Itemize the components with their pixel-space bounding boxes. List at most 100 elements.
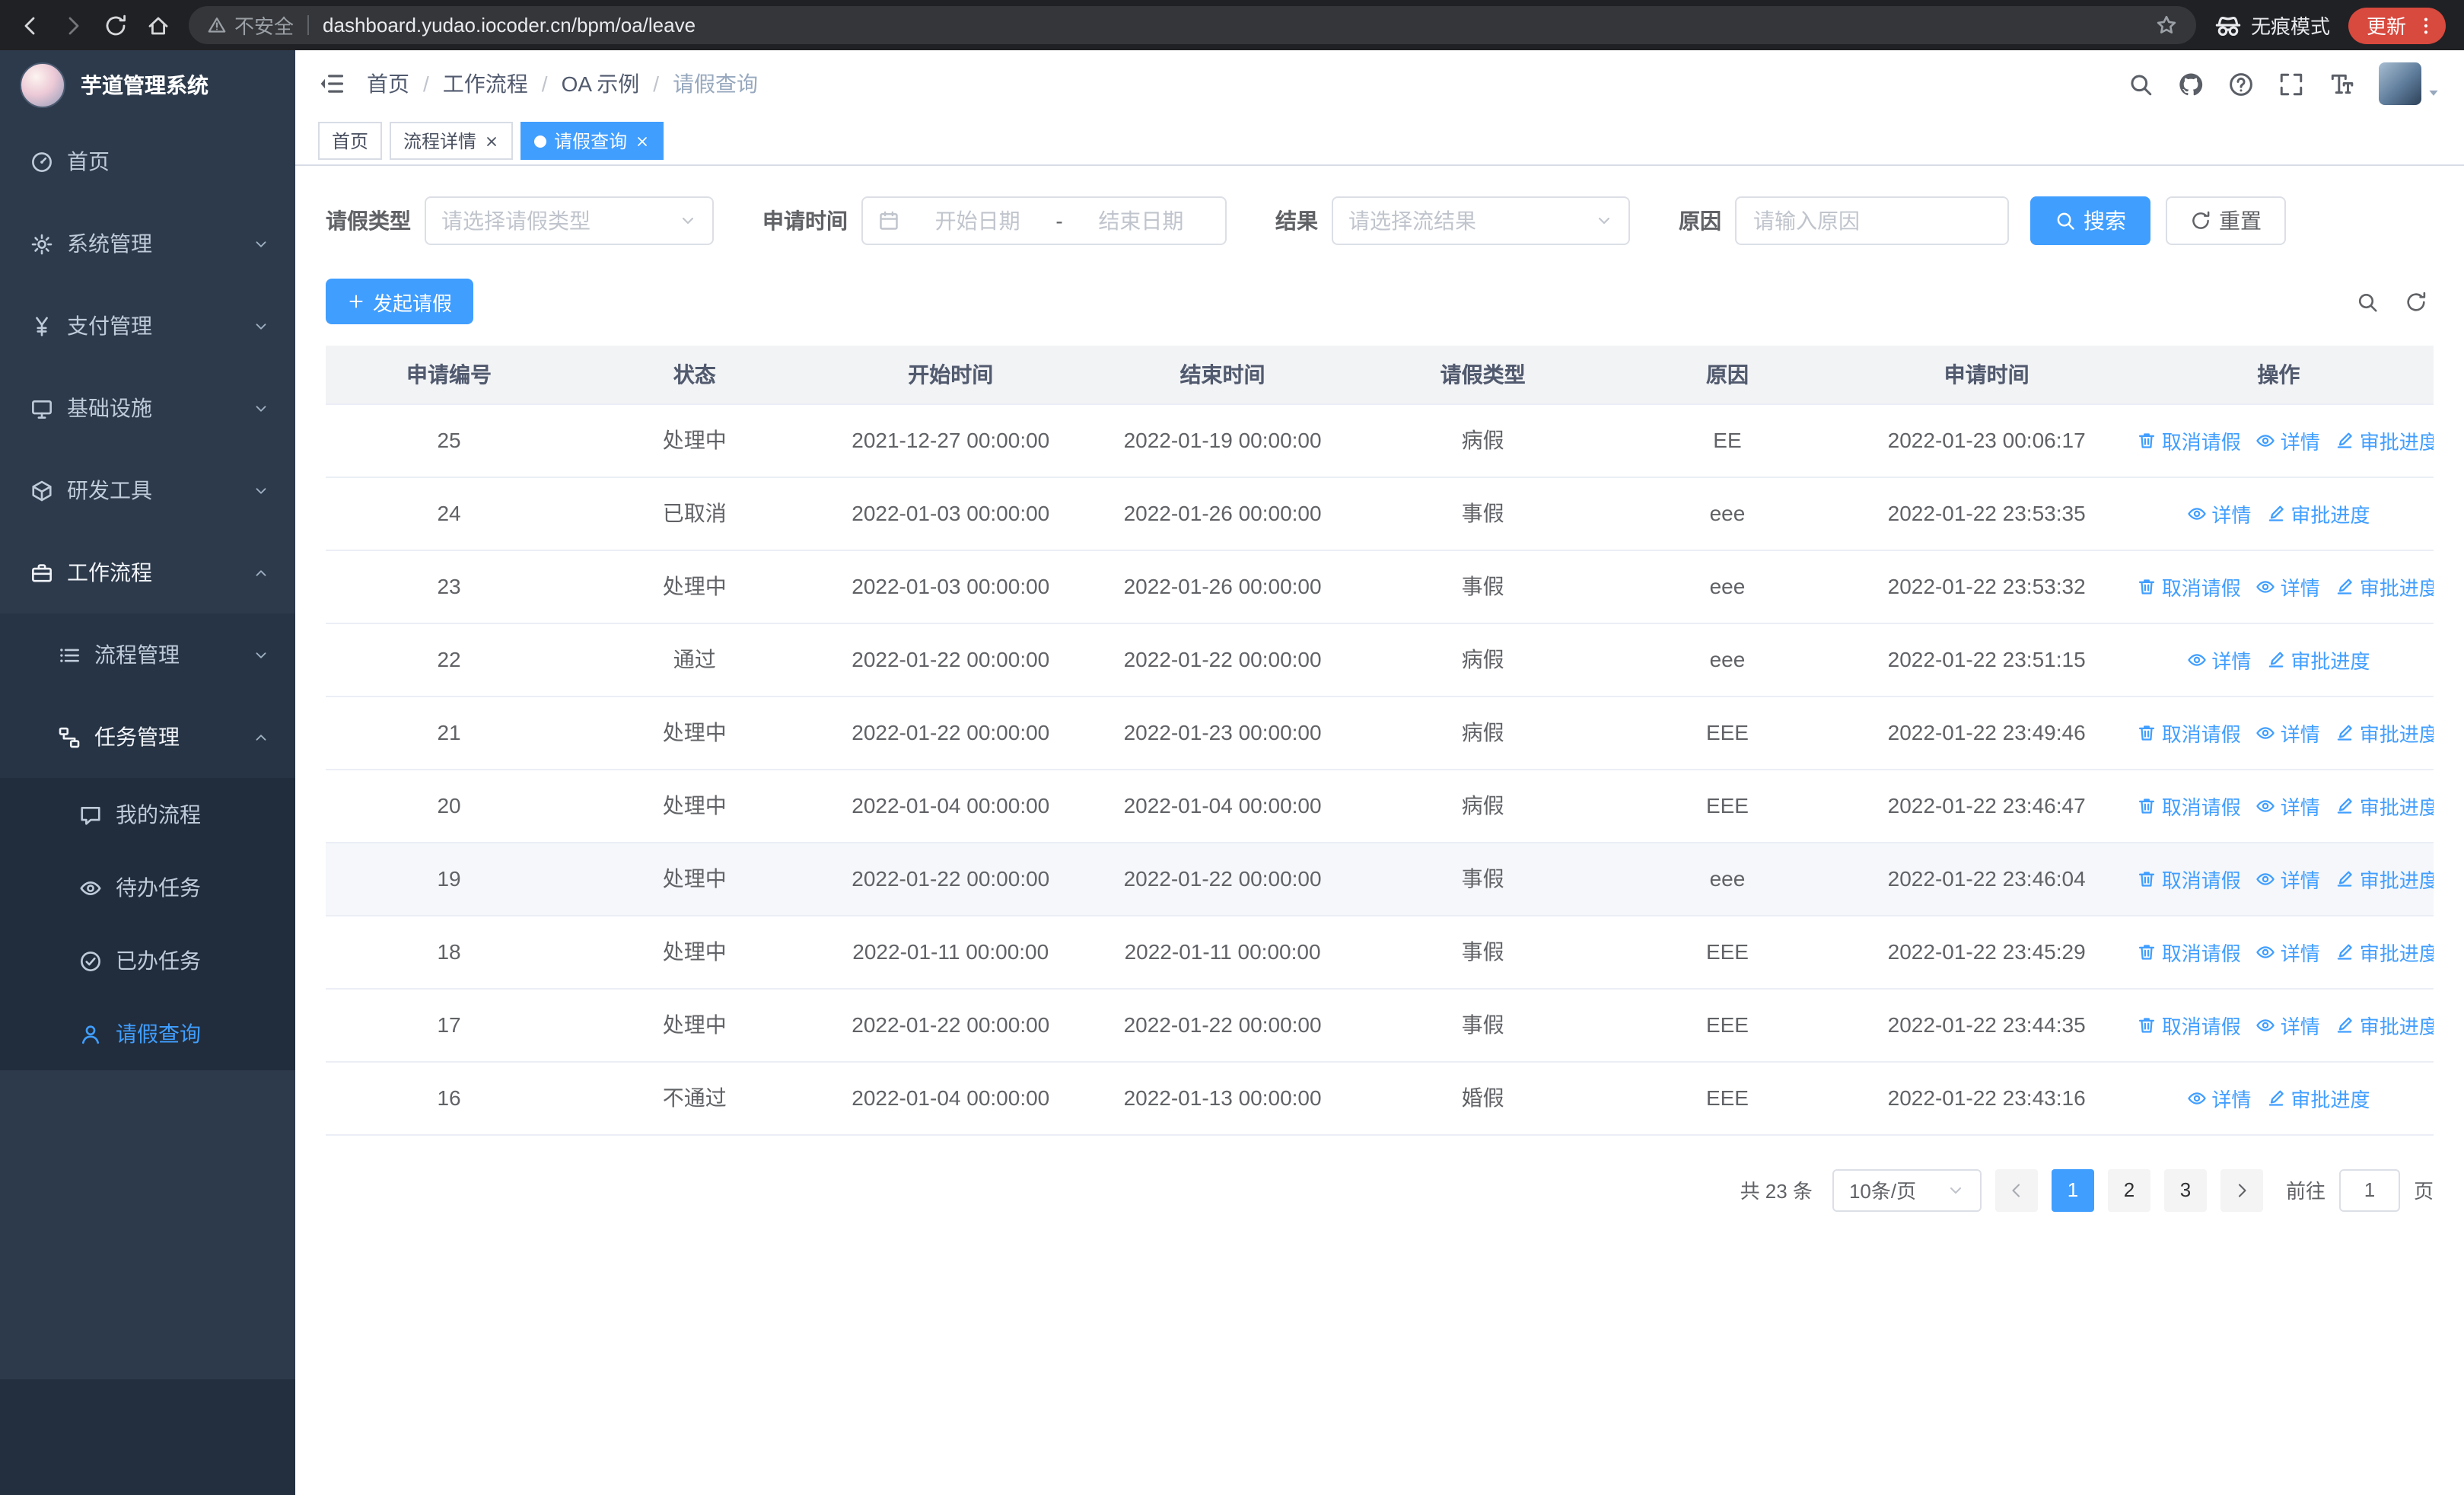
detail-action[interactable]: 详情 xyxy=(2256,1010,2320,1039)
cancel-action[interactable]: 取消请假 xyxy=(2138,791,2241,820)
detail-action[interactable]: 详情 xyxy=(2256,937,2320,966)
sidebar-item[interactable]: 我的流程 xyxy=(0,778,295,851)
cell: EEE xyxy=(1605,988,1850,1062)
sidebar-item[interactable]: 工作流程 xyxy=(0,531,295,614)
cancel-action[interactable]: 取消请假 xyxy=(2138,937,2241,966)
leave-type-select[interactable]: 请选择请假类型 xyxy=(425,196,714,245)
progress-action[interactable]: 审批进度 xyxy=(2335,791,2434,820)
detail-action[interactable]: 详情 xyxy=(2187,499,2251,528)
sidebar-item-label: 我的流程 xyxy=(116,802,201,827)
page-button[interactable]: 2 xyxy=(2107,1168,2150,1211)
fullscreen-icon[interactable] xyxy=(2278,71,2304,97)
sidebar-collapse-icon[interactable] xyxy=(318,70,345,97)
browser-reload-icon[interactable] xyxy=(103,13,128,37)
cancel-action[interactable]: 取消请假 xyxy=(2138,718,2241,747)
breadcrumb-item[interactable]: OA 示例 xyxy=(562,69,640,99)
cell: 19 xyxy=(326,842,573,916)
goto-page-input[interactable] xyxy=(2338,1168,2400,1211)
user-icon xyxy=(79,1022,102,1045)
bookmark-star-icon[interactable] xyxy=(2155,14,2178,37)
progress-action[interactable]: 审批进度 xyxy=(2266,1083,2370,1112)
font-size-icon[interactable] xyxy=(2329,71,2354,97)
sidebar-item[interactable]: 待办任务 xyxy=(0,851,295,924)
cancel-action[interactable]: 取消请假 xyxy=(2138,864,2241,893)
cell: 2022-01-22 00:00:00 xyxy=(1084,842,1361,916)
sidebar-item[interactable]: 任务管理 xyxy=(0,696,295,778)
result-select[interactable]: 请选择流结果 xyxy=(1332,196,1630,245)
breadcrumb-item[interactable]: 工作流程 xyxy=(443,69,528,99)
close-icon[interactable] xyxy=(484,133,499,148)
prev-page-button[interactable] xyxy=(1994,1168,2038,1211)
page-button[interactable]: 1 xyxy=(2051,1168,2094,1211)
cell: 17 xyxy=(326,988,573,1062)
sidebar-item[interactable]: 支付管理 xyxy=(0,285,295,367)
progress-action[interactable]: 审批进度 xyxy=(2266,645,2370,674)
search-button[interactable]: 搜索 xyxy=(2030,196,2150,245)
tab[interactable]: 流程详情 xyxy=(390,122,514,160)
detail-action[interactable]: 详情 xyxy=(2187,1083,2251,1112)
cell: 22 xyxy=(326,623,573,696)
browser-back-icon[interactable] xyxy=(18,13,43,37)
app-logo[interactable]: 芋道管理系统 xyxy=(0,50,295,120)
github-icon[interactable] xyxy=(2178,71,2204,97)
reset-button[interactable]: 重置 xyxy=(2166,196,2286,245)
detail-action[interactable]: 详情 xyxy=(2256,864,2320,893)
breadcrumb-separator: / xyxy=(423,72,429,96)
cell: eee xyxy=(1605,623,1850,696)
close-icon[interactable] xyxy=(635,133,650,148)
header-search-icon[interactable] xyxy=(2128,71,2154,97)
cell: 2022-01-22 23:53:32 xyxy=(1849,550,2124,623)
eye-icon xyxy=(2256,576,2276,596)
progress-action[interactable]: 审批进度 xyxy=(2335,426,2434,454)
progress-action[interactable]: 审批进度 xyxy=(2335,572,2434,601)
create-leave-button[interactable]: 发起请假 xyxy=(326,279,474,324)
detail-action[interactable]: 详情 xyxy=(2256,791,2320,820)
sidebar-item[interactable]: 研发工具 xyxy=(0,449,295,531)
browser-menu-dots-icon[interactable] xyxy=(2415,14,2437,36)
browser-home-icon[interactable] xyxy=(146,13,170,37)
cancel-action[interactable]: 取消请假 xyxy=(2138,1010,2241,1039)
detail-action[interactable]: 详情 xyxy=(2256,426,2320,454)
chevron-right-icon xyxy=(2233,1181,2251,1199)
start-date-placeholder: 开始日期 xyxy=(934,209,1020,233)
detail-action[interactable]: 详情 xyxy=(2256,718,2320,747)
sidebar-item[interactable]: 请假查询 xyxy=(0,997,295,1070)
tab[interactable]: 首页 xyxy=(318,122,383,160)
address-bar[interactable]: 不安全 dashboard.yudao.iocoder.cn/bpm/oa/le… xyxy=(189,6,2196,44)
create-leave-label: 发起请假 xyxy=(373,292,453,314)
detail-action[interactable]: 详情 xyxy=(2187,645,2251,674)
cancel-action[interactable]: 取消请假 xyxy=(2138,426,2241,454)
security-warning[interactable]: 不安全 xyxy=(207,11,294,40)
toggle-search-icon[interactable] xyxy=(2356,290,2379,313)
next-page-button[interactable] xyxy=(2220,1168,2263,1211)
progress-action[interactable]: 审批进度 xyxy=(2335,1010,2434,1039)
progress-action[interactable]: 审批进度 xyxy=(2335,864,2434,893)
cancel-action[interactable]: 取消请假 xyxy=(2138,572,2241,601)
actions-cell: 取消请假 详情 审批进度 xyxy=(2123,769,2434,843)
breadcrumb-item[interactable]: 首页 xyxy=(367,69,409,99)
page-button[interactable]: 3 xyxy=(2163,1168,2207,1211)
sidebar-item[interactable]: 流程管理 xyxy=(0,614,295,696)
progress-action[interactable]: 审批进度 xyxy=(2266,499,2370,528)
sidebar-item[interactable]: 系统管理 xyxy=(0,202,295,285)
chevron-down-icon xyxy=(253,646,269,663)
page-size-select[interactable]: 10条/页 xyxy=(1832,1168,1982,1211)
reason-input[interactable] xyxy=(1735,196,2009,245)
cell: 2022-01-04 00:00:00 xyxy=(817,1061,1085,1135)
update-button[interactable]: 更新 xyxy=(2348,7,2446,43)
help-icon[interactable] xyxy=(2228,71,2254,97)
table-refresh-icon[interactable] xyxy=(2405,290,2427,313)
sidebar-item[interactable]: 基础设施 xyxy=(0,367,295,449)
progress-action[interactable]: 审批进度 xyxy=(2335,937,2434,966)
user-avatar[interactable] xyxy=(2379,62,2441,105)
edit-icon xyxy=(2266,649,2286,669)
cell: 2022-01-22 23:49:46 xyxy=(1849,696,2124,770)
progress-action[interactable]: 审批进度 xyxy=(2335,718,2434,747)
detail-action[interactable]: 详情 xyxy=(2256,572,2320,601)
sidebar-item[interactable]: 已办任务 xyxy=(0,924,295,997)
apply-time-range-picker[interactable]: 开始日期 - 结束日期 xyxy=(861,196,1227,245)
sidebar-item[interactable]: 首页 xyxy=(0,120,295,202)
tab[interactable]: 请假查询 xyxy=(520,122,664,160)
browser-forward-icon[interactable] xyxy=(61,13,85,37)
sidebar-footer xyxy=(0,1070,295,1495)
